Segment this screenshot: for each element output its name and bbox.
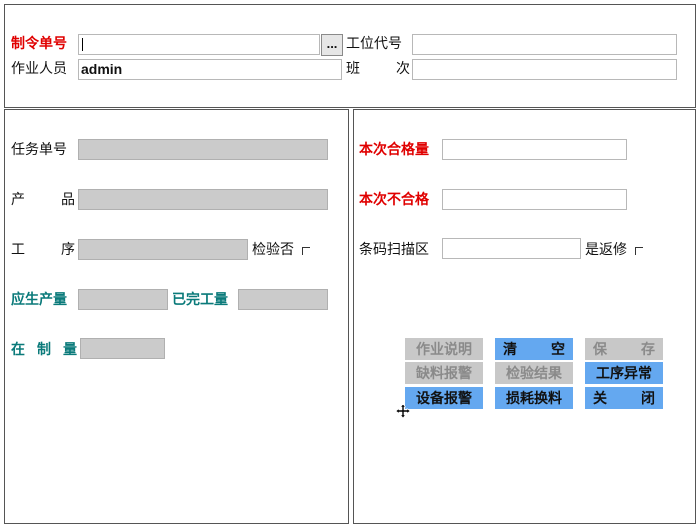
- task-info-panel: [4, 109, 349, 524]
- equipment-alarm-button[interactable]: 设备报警: [405, 387, 483, 409]
- task-no-label: 任务单号: [11, 142, 67, 158]
- rework-label: 是返修: [585, 242, 627, 258]
- planned-qty-label: 应生产量: [11, 292, 67, 308]
- order-no-label: 制令单号: [11, 36, 67, 52]
- rework-checkbox[interactable]: [635, 247, 643, 255]
- product-field: [78, 189, 328, 210]
- task-no-field: [78, 139, 328, 160]
- text-caret: [82, 38, 83, 51]
- work-instructions-button[interactable]: 作业说明: [405, 338, 483, 360]
- shift-input[interactable]: [412, 59, 677, 80]
- pass-qty-label: 本次合格量: [359, 142, 429, 158]
- order-no-browse-button[interactable]: ...: [321, 34, 343, 56]
- process-field: [78, 239, 248, 260]
- operator-input[interactable]: admin: [78, 59, 342, 80]
- operator-label: 作业人员: [11, 61, 67, 77]
- order-no-input[interactable]: [78, 34, 320, 55]
- completed-qty-field: [238, 289, 328, 310]
- clear-button[interactable]: 清空: [495, 338, 573, 360]
- barcode-scan-label: 条码扫描区: [359, 242, 429, 258]
- inspect-label: 检验否: [252, 242, 294, 258]
- header-panel: [4, 4, 696, 108]
- fail-qty-label: 本次不合格: [359, 192, 429, 208]
- report-panel: [353, 109, 696, 524]
- process-label: 工序: [11, 242, 75, 258]
- shift-label: 班次: [346, 61, 410, 77]
- process-exception-button[interactable]: 工序异常: [585, 362, 663, 384]
- scrap-material-change-button[interactable]: 损耗换料: [495, 387, 573, 409]
- inspect-checkbox[interactable]: [302, 247, 310, 255]
- wip-qty-field: [80, 338, 165, 359]
- completed-qty-label: 已完工量: [172, 292, 228, 308]
- material-shortage-alarm-button[interactable]: 缺料报警: [405, 362, 483, 384]
- pass-qty-input[interactable]: [442, 139, 627, 160]
- product-label: 产品: [11, 192, 75, 208]
- fail-qty-input[interactable]: [442, 189, 627, 210]
- barcode-scan-input[interactable]: [442, 238, 581, 259]
- station-code-label: 工位代号: [346, 36, 402, 52]
- wip-qty-label: 在制量: [11, 342, 77, 358]
- move-cursor-icon: [396, 404, 410, 418]
- save-button[interactable]: 保存: [585, 338, 663, 360]
- station-code-input[interactable]: [412, 34, 677, 55]
- inspection-result-button[interactable]: 检验结果: [495, 362, 573, 384]
- planned-qty-field: [78, 289, 168, 310]
- close-button[interactable]: 关闭: [585, 387, 663, 409]
